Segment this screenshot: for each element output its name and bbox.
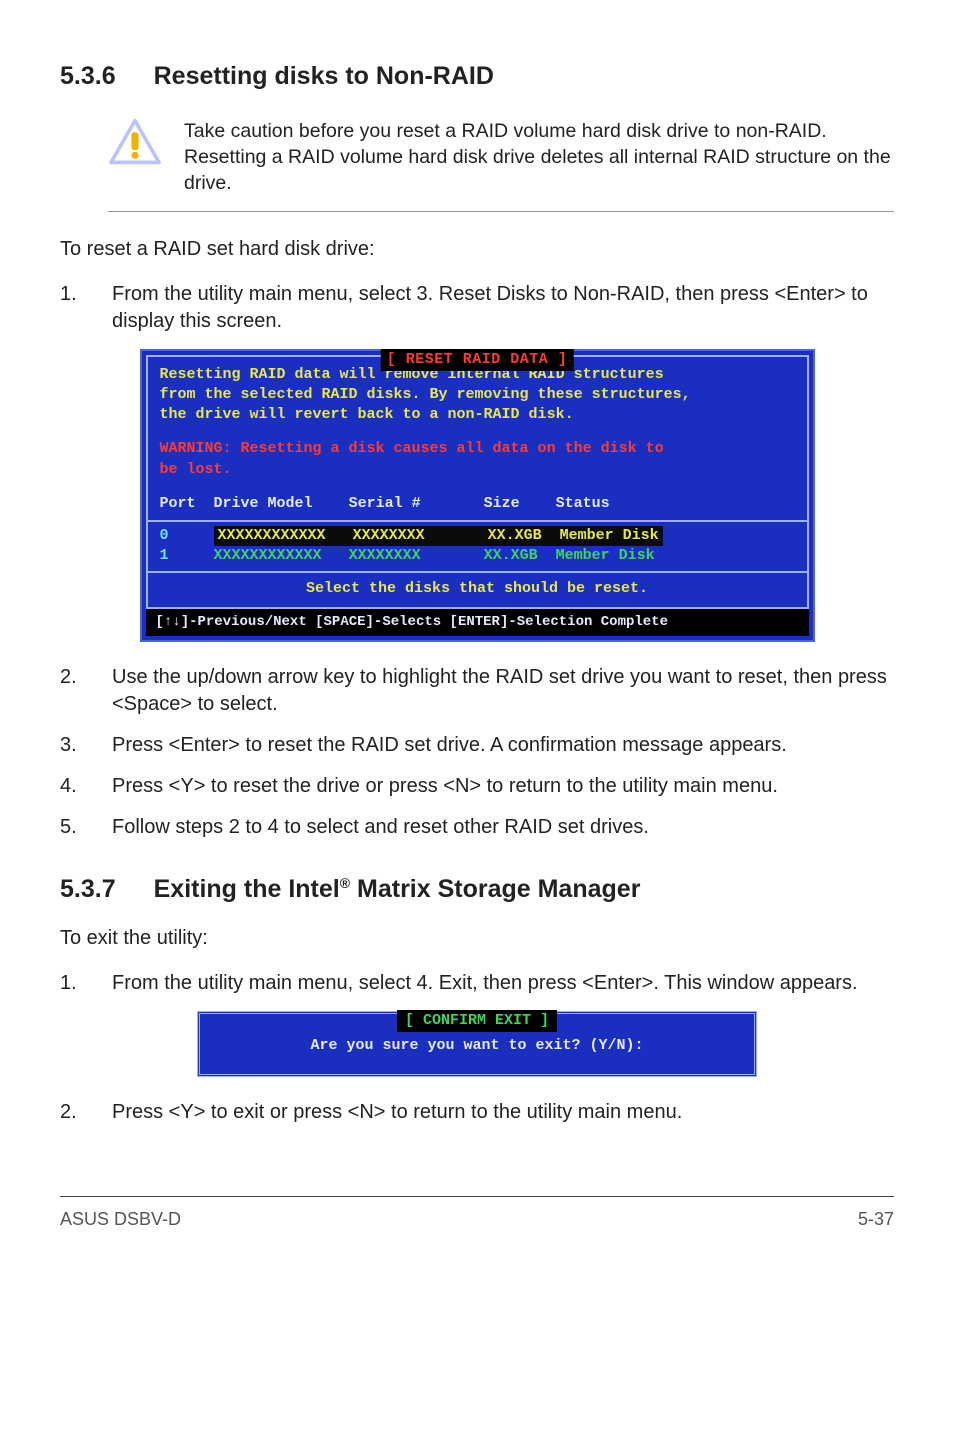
step-number: 2. — [60, 664, 84, 718]
terminal2-title: [ CONFIRM EXIT ] — [397, 1010, 557, 1032]
footer-right: 5-37 — [858, 1207, 894, 1231]
section-title: Exiting the Intel® Matrix Storage Manage… — [154, 873, 641, 907]
terminal-header-row: Port Drive Model Serial # Size Status — [160, 494, 795, 514]
terminal-line: from the selected RAID disks. By removin… — [160, 385, 795, 405]
step-text: Press <Y> to reset the drive or press <N… — [112, 773, 894, 800]
list-item: 1. From the utility main menu, select 3.… — [60, 281, 894, 335]
step-number: 1. — [60, 281, 84, 335]
list-item: 5. Follow steps 2 to 4 to select and res… — [60, 814, 894, 841]
step-number: 4. — [60, 773, 84, 800]
step-text: Use the up/down arrow key to highlight t… — [112, 664, 894, 718]
section-heading-537: 5.3.7 Exiting the Intel® Matrix Storage … — [60, 873, 894, 907]
footer-left: ASUS DSBV-D — [60, 1207, 181, 1231]
list-item: 2. Use the up/down arrow key to highligh… — [60, 664, 894, 718]
step-text: Follow steps 2 to 4 to select and reset … — [112, 814, 894, 841]
terminal-title: [ RESET RAID DATA ] — [381, 349, 574, 371]
section-title: Resetting disks to Non-RAID — [154, 60, 494, 94]
steps-list-1: 1. From the utility main menu, select 3.… — [60, 281, 894, 335]
terminal-footer: [↑↓]-Previous/Next [SPACE]-Selects [ENTE… — [146, 609, 809, 636]
step-number: 3. — [60, 732, 84, 759]
steps-list-2: 1. From the utility main menu, select 4.… — [60, 970, 894, 997]
list-item: 3. Press <Enter> to reset the RAID set d… — [60, 732, 894, 759]
step-text: Press <Y> to exit or press <N> to return… — [112, 1099, 894, 1126]
terminal-warning: WARNING: Resetting a disk causes all dat… — [160, 439, 795, 459]
terminal-line: the drive will revert back to a non-RAID… — [160, 405, 795, 425]
step-text: Press <Enter> to reset the RAID set driv… — [112, 732, 894, 759]
caution-callout: Take caution before you reset a RAID vol… — [108, 112, 894, 212]
terminal-warning: be lost. — [160, 460, 795, 480]
step-text: From the utility main menu, select 4. Ex… — [112, 970, 894, 997]
section-heading-536: 5.3.6 Resetting disks to Non-RAID — [60, 60, 894, 94]
section-number: 5.3.6 — [60, 60, 116, 94]
terminal-row-selected[interactable]: 0 XXXXXXXXXXXX XXXXXXXX XX.XGB Member Di… — [160, 526, 795, 546]
list-item: 4. Press <Y> to reset the drive or press… — [60, 773, 894, 800]
list-item: 2. Press <Y> to exit or press <N> to ret… — [60, 1099, 894, 1126]
step-number: 2. — [60, 1099, 84, 1126]
step-number: 1. — [60, 970, 84, 997]
steps-list-1b: 2. Use the up/down arrow key to highligh… — [60, 664, 894, 841]
terminal-prompt: Select the disks that should be reset. — [306, 580, 648, 597]
page-footer: ASUS DSBV-D 5-37 — [60, 1196, 894, 1231]
caution-icon — [108, 118, 162, 166]
caution-text: Take caution before you reset a RAID vol… — [184, 118, 894, 197]
list-item: 1. From the utility main menu, select 4.… — [60, 970, 894, 997]
steps-list-2b: 2. Press <Y> to exit or press <N> to ret… — [60, 1099, 894, 1126]
step-text: From the utility main menu, select 3. Re… — [112, 281, 894, 335]
intro-text: To reset a RAID set hard disk drive: — [60, 236, 894, 263]
step-number: 5. — [60, 814, 84, 841]
terminal-row[interactable]: 1 XXXXXXXXXXXX XXXXXXXX XX.XGB Member Di… — [160, 546, 795, 566]
section-number: 5.3.7 — [60, 873, 116, 907]
intro-text-2: To exit the utility: — [60, 925, 894, 952]
terminal-reset-raid: [ RESET RAID DATA ] Resetting RAID data … — [60, 349, 894, 642]
terminal-confirm-exit: [ CONFIRM EXIT ] Are you sure you want t… — [60, 1011, 894, 1077]
